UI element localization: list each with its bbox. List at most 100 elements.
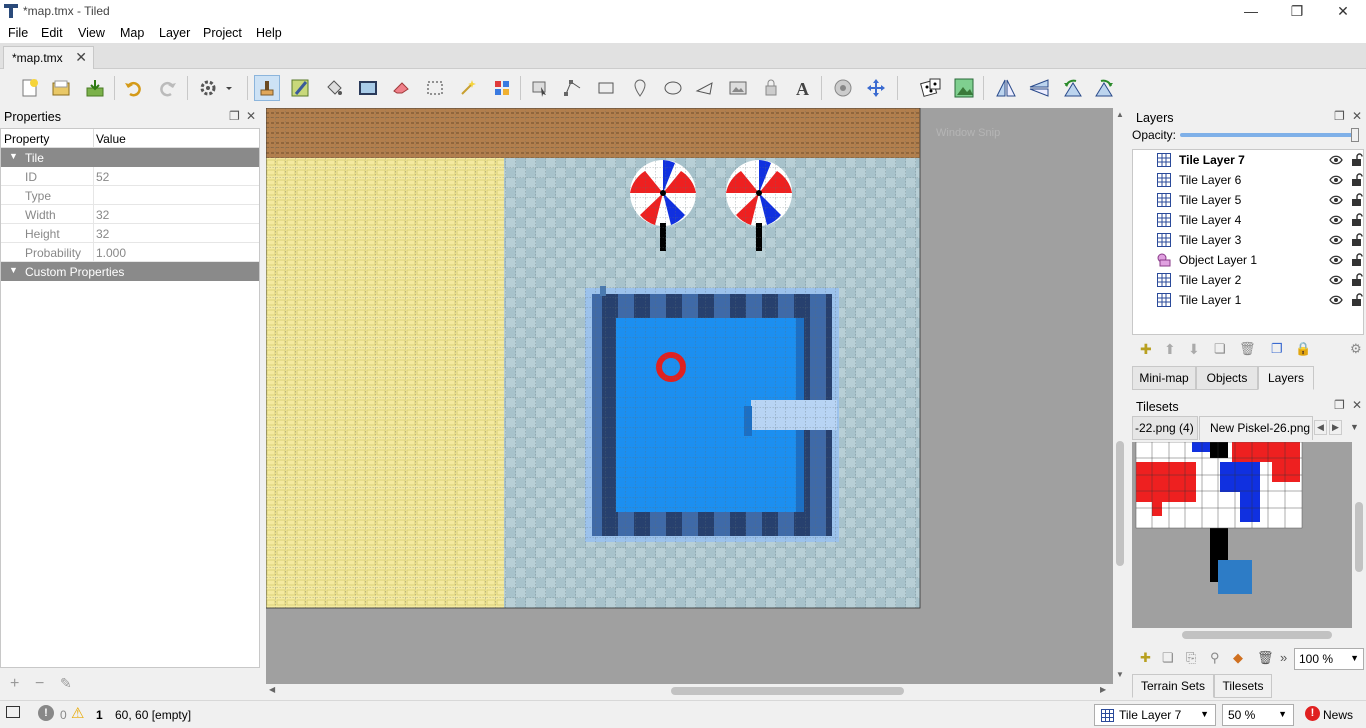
visibility-eye-icon[interactable] — [1329, 194, 1343, 206]
tileset-vertical-scrollbar[interactable] — [1352, 442, 1366, 628]
property-row[interactable]: Type — [1, 186, 259, 205]
terrain-brush-icon[interactable] — [287, 75, 313, 101]
rect-select-icon[interactable] — [422, 75, 448, 101]
tab-layers[interactable]: Layers — [1258, 366, 1314, 390]
menu-map[interactable]: Map — [120, 26, 144, 40]
layer-settings-icon[interactable]: ⚙ — [1350, 341, 1362, 357]
rotate-left-icon[interactable] — [1059, 75, 1085, 101]
scroll-thumb[interactable] — [671, 687, 904, 695]
scroll-tabs-right-icon[interactable]: ▶ — [1329, 420, 1342, 435]
scroll-tabs-left-icon[interactable]: ◀ — [1314, 420, 1327, 435]
move-layer-down-icon[interactable]: ⬇ — [1188, 341, 1200, 358]
close-tab-icon[interactable]: ✕ — [75, 49, 87, 66]
edit-polygons-icon[interactable] — [560, 75, 586, 101]
select-objects-icon[interactable] — [527, 75, 553, 101]
scroll-thumb[interactable] — [1116, 441, 1124, 566]
flip-vertical-icon[interactable] — [1026, 75, 1052, 101]
insert-rectangle-icon[interactable] — [593, 75, 619, 101]
tileset-tab[interactable]: -22.png (4) — [1132, 416, 1198, 440]
group-tile[interactable]: ▼ Tile — [1, 148, 259, 167]
more-icon[interactable]: » — [1280, 650, 1287, 665]
zoom-combo[interactable]: 50 % ▼ — [1222, 704, 1294, 726]
lock-other-layers-icon[interactable]: 🔒 — [1295, 341, 1311, 357]
property-row[interactable]: Height 32 — [1, 224, 259, 243]
close-dock-icon[interactable]: ✕ — [246, 109, 256, 123]
close-button[interactable]: ✕ — [1320, 0, 1366, 23]
save-icon[interactable] — [82, 75, 108, 101]
tileset-view[interactable] — [1132, 442, 1352, 628]
duplicate-layer-icon[interactable]: ❏ — [1214, 341, 1226, 357]
new-layer-icon[interactable]: ✚ — [1140, 341, 1152, 358]
layer-row[interactable]: Tile Layer 3 — [1133, 230, 1363, 250]
visibility-eye-icon[interactable] — [1329, 234, 1343, 246]
insert-ellipse-icon[interactable] — [660, 75, 686, 101]
bucket-fill-icon[interactable] — [321, 75, 347, 101]
tileset-zoom-combo[interactable]: 100 % ▼ — [1294, 648, 1364, 670]
opacity-slider[interactable] — [1180, 128, 1359, 142]
flip-horizontal-icon[interactable] — [993, 75, 1019, 101]
layer-row[interactable]: Tile Layer 6 — [1133, 170, 1363, 190]
remove-property-icon[interactable]: − — [35, 675, 44, 693]
menu-view[interactable]: View — [78, 26, 105, 40]
warning-icon[interactable]: ⚠ — [71, 704, 84, 722]
float-dock-icon[interactable]: ❐ — [1334, 398, 1345, 412]
insert-text-icon[interactable]: A — [790, 75, 816, 101]
unlocked-icon[interactable] — [1351, 273, 1363, 287]
dice-icon[interactable] — [918, 75, 944, 101]
console-icon[interactable] — [6, 706, 20, 718]
unlocked-icon[interactable] — [1351, 153, 1363, 167]
insert-tile-icon[interactable] — [725, 75, 751, 101]
visibility-eye-icon[interactable] — [1329, 154, 1343, 166]
random-mode-icon[interactable] — [830, 75, 856, 101]
tab-mini-map[interactable]: Mini-map — [1132, 366, 1196, 390]
redo-icon[interactable] — [155, 75, 181, 101]
shape-fill-icon[interactable] — [355, 75, 381, 101]
error-icon[interactable]: ! — [38, 705, 54, 721]
tileset-menu-icon[interactable]: ▼ — [1350, 422, 1359, 432]
document-tab[interactable]: *map.tmx ✕ — [3, 46, 94, 69]
visibility-eye-icon[interactable] — [1329, 294, 1343, 306]
move-icon[interactable] — [863, 75, 889, 101]
layer-row[interactable]: Tile Layer 5 — [1133, 190, 1363, 210]
float-dock-icon[interactable]: ❐ — [229, 109, 240, 123]
map-canvas[interactable]: Window Snip — [266, 108, 1113, 684]
menu-help[interactable]: Help — [256, 26, 282, 40]
embed-tileset-icon[interactable]: ❏ — [1162, 650, 1174, 666]
current-layer-combo[interactable]: Tile Layer 7 ▼ — [1094, 704, 1216, 726]
move-layer-up-icon[interactable]: ⬆ — [1164, 341, 1176, 358]
unlocked-icon[interactable] — [1351, 173, 1363, 187]
tab-tilesets[interactable]: Tilesets — [1214, 674, 1272, 698]
layer-row[interactable]: Tile Layer 4 — [1133, 210, 1363, 230]
menu-edit[interactable]: Edit — [41, 26, 63, 40]
layer-row[interactable]: Tile Layer 7 — [1133, 150, 1363, 170]
layer-row[interactable]: Tile Layer 2 — [1133, 270, 1363, 290]
insert-template-icon[interactable] — [758, 75, 784, 101]
layer-row[interactable]: Object Layer 1 — [1133, 250, 1363, 270]
eraser-icon[interactable] — [388, 75, 414, 101]
stamp-brush-icon[interactable] — [254, 75, 280, 101]
layer-row[interactable]: Tile Layer 1 — [1133, 290, 1363, 310]
unlocked-icon[interactable] — [1351, 193, 1363, 207]
news-link[interactable]: News — [1323, 708, 1353, 722]
close-dock-icon[interactable]: ✕ — [1352, 109, 1362, 123]
unlocked-icon[interactable] — [1351, 293, 1363, 307]
select-same-tile-icon[interactable] — [489, 75, 515, 101]
property-row[interactable]: Probability 1.000 — [1, 243, 259, 262]
add-property-icon[interactable]: + — [10, 675, 19, 693]
toggle-other-layers-icon[interactable]: ❐ — [1271, 341, 1283, 357]
visibility-eye-icon[interactable] — [1329, 174, 1343, 186]
visibility-eye-icon[interactable] — [1329, 274, 1343, 286]
delete-layer-icon[interactable]: 🗑 — [1239, 341, 1256, 357]
visibility-eye-icon[interactable] — [1329, 254, 1343, 266]
rotate-right-icon[interactable] — [1092, 75, 1118, 101]
menu-layer[interactable]: Layer — [159, 26, 190, 40]
minimize-button[interactable]: — — [1228, 0, 1274, 23]
map-horizontal-scrollbar[interactable]: ◀ ▶ — [266, 684, 1113, 698]
property-row[interactable]: Width 32 — [1, 205, 259, 224]
visibility-eye-icon[interactable] — [1329, 214, 1343, 226]
undo-icon[interactable] — [120, 75, 146, 101]
open-icon[interactable] — [48, 75, 74, 101]
close-dock-icon[interactable]: ✕ — [1352, 398, 1362, 412]
tileset-tab-active[interactable]: New Piskel-26.png — [1199, 416, 1313, 440]
tab-terrain-sets[interactable]: Terrain Sets — [1132, 674, 1214, 698]
